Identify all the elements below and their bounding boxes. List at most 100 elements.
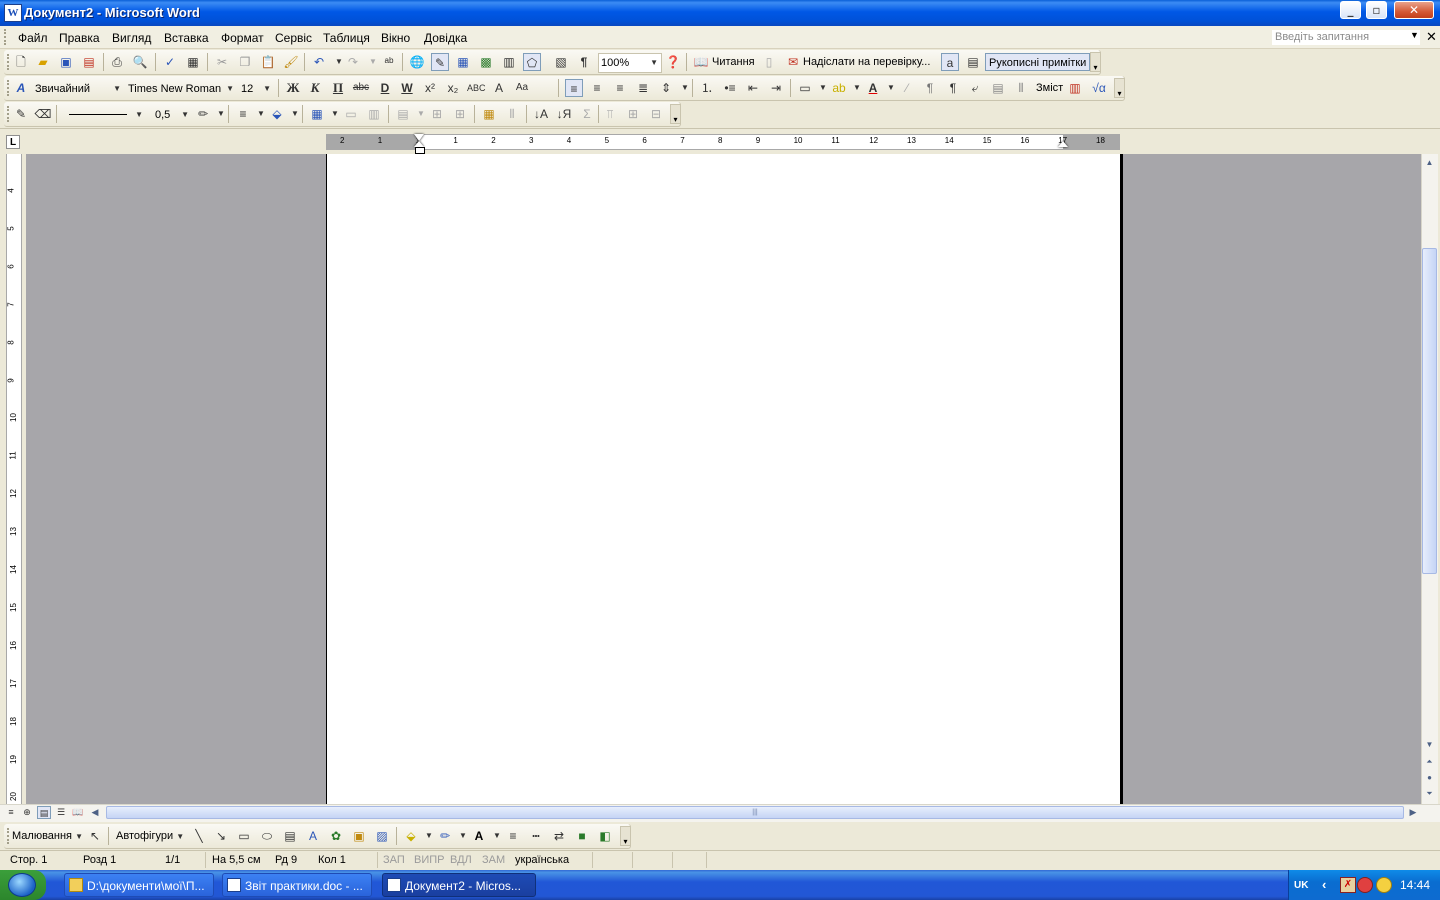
taskbar-item-document2[interactable]: Документ2 - Micros...	[382, 873, 536, 897]
toolbar-options-icon[interactable]: ▾	[670, 104, 681, 124]
show-gridlines-icon[interactable]: ⫪	[601, 105, 619, 123]
arrow-icon[interactable]: ↘	[212, 827, 230, 845]
styles-pane-icon[interactable]: A	[12, 79, 30, 97]
normal-view-icon[interactable]: ≡	[4, 806, 18, 819]
status-column[interactable]: Кол 1	[318, 854, 346, 866]
spelling-icon[interactable]: ✓	[161, 53, 179, 71]
numbering-icon[interactable]: ⒈	[698, 79, 716, 97]
wrap-icon[interactable]: ⤶	[966, 79, 984, 97]
bullets-icon[interactable]: •≡	[721, 79, 739, 97]
help-question-input[interactable]: Введіть запитання	[1272, 30, 1420, 45]
text-box-icon[interactable]: ▤	[281, 827, 299, 845]
distribute-rows-icon[interactable]: ⊞	[428, 105, 446, 123]
help-icon[interactable]: ❓	[664, 53, 682, 71]
ink-drawing-icon[interactable]: a	[941, 53, 959, 71]
eraser-icon[interactable]: ⌫	[34, 105, 52, 123]
scroll-left-icon[interactable]: ◀	[88, 806, 102, 819]
taskbar-item-folder[interactable]: D:\документи\мої\П...	[64, 873, 214, 897]
chart-icon[interactable]: ▥	[1066, 79, 1084, 97]
menu-help[interactable]: Довідка	[424, 31, 467, 45]
sort-descending-icon[interactable]: ↓Я	[555, 105, 573, 123]
line-icon[interactable]: ╲	[190, 827, 208, 845]
diagram-icon[interactable]: ✿	[327, 827, 345, 845]
format-painter-icon[interactable]: 🖌	[282, 53, 300, 71]
cut-icon[interactable]: ✂	[213, 53, 231, 71]
tables-borders-icon[interactable]: ✎	[431, 53, 449, 71]
border-color-icon[interactable]: ✏	[194, 105, 212, 123]
align-left-icon[interactable]: ≡	[565, 79, 583, 97]
outline-view-icon[interactable]: ☰	[54, 806, 68, 819]
autosum-icon[interactable]: Σ	[578, 105, 596, 123]
subscript-icon[interactable]: x₂	[444, 79, 462, 97]
status-extend[interactable]: ВДЛ	[450, 854, 472, 866]
status-page[interactable]: Стор. 1	[10, 854, 47, 866]
menu-file[interactable]: Файл	[18, 31, 48, 45]
highlight-icon[interactable]: ab	[830, 79, 848, 97]
fill-color-icon[interactable]: ⬙	[402, 827, 420, 845]
small-caps-icon[interactable]: ABC	[467, 79, 486, 97]
open-icon[interactable]: ▰	[34, 53, 52, 71]
hyperlink-icon[interactable]: 🌐	[408, 53, 426, 71]
status-position[interactable]: На 5,5 см	[212, 854, 261, 866]
new-document-icon[interactable]: 🗋	[12, 53, 30, 71]
font-size-select[interactable]: 12 ▼	[240, 79, 274, 99]
italic-button[interactable]: К	[306, 79, 324, 97]
menu-window[interactable]: Вікно	[381, 31, 410, 45]
select-objects-icon[interactable]: ↖	[86, 827, 104, 845]
reading-view-icon[interactable]: 📖	[71, 806, 85, 819]
toolbar-options-icon[interactable]: ▾	[620, 826, 631, 846]
vertical-scroll-thumb[interactable]	[1422, 248, 1437, 574]
text-direction-icon[interactable]: ⁄	[898, 79, 916, 97]
save-icon[interactable]: ▣	[57, 53, 75, 71]
equation-icon[interactable]: √α	[1090, 79, 1108, 97]
columns-align-icon[interactable]: ⫴	[1012, 79, 1030, 97]
menu-format[interactable]: Формат	[221, 31, 264, 45]
decrease-indent-icon[interactable]: ⇤	[744, 79, 762, 97]
document-map-icon[interactable]: ▧	[552, 53, 570, 71]
distribute-columns-icon[interactable]: ⊞	[451, 105, 469, 123]
menu-view[interactable]: Вигляд	[112, 31, 151, 45]
print-layout-icon[interactable]: ▤	[37, 806, 51, 819]
read-icon[interactable]: 📖	[692, 53, 710, 71]
browse-object-icon[interactable]: ●	[1422, 771, 1437, 785]
insert-excel-icon[interactable]: ▩	[477, 53, 495, 71]
maximize-button[interactable]: ▫	[1366, 1, 1387, 19]
minimize-button[interactable]: _	[1340, 1, 1361, 19]
dash-style-icon[interactable]: ┅	[527, 827, 545, 845]
research-icon[interactable]: ▦	[184, 53, 202, 71]
scroll-down-icon[interactable]: ▼	[1422, 738, 1437, 752]
line-spacing-icon[interactable]: ⇕	[657, 79, 675, 97]
table-autoformat-icon[interactable]: ▦	[480, 105, 498, 123]
copy-icon[interactable]: ❐	[236, 53, 254, 71]
rtl-icon[interactable]: ¶	[944, 79, 962, 97]
status-section[interactable]: Розд 1	[83, 854, 116, 866]
draw-table-icon[interactable]: ✎	[12, 105, 30, 123]
first-line-indent-marker[interactable]	[414, 134, 424, 141]
cell-align-icon[interactable]: ▤	[394, 105, 412, 123]
rectangle-icon[interactable]: ▭	[235, 827, 253, 845]
all-caps-icon[interactable]: Aa	[513, 79, 531, 97]
tab-selector[interactable]: L	[6, 135, 20, 149]
right-indent-marker[interactable]	[1058, 141, 1068, 147]
show-hidden-icons-icon[interactable]: ‹	[1322, 877, 1326, 892]
align-center-icon[interactable]: ≡	[588, 79, 606, 97]
3d-style-icon[interactable]: ◧	[596, 827, 614, 845]
send-review-button[interactable]: Надіслати на перевірку...	[803, 53, 930, 71]
pilcrow-icon[interactable]: ¶	[575, 53, 593, 71]
ink-comment-icon[interactable]: ᵃᵇ	[380, 53, 398, 71]
document-close-icon[interactable]: ✕	[1426, 29, 1437, 45]
tray-status-icon[interactable]	[1357, 877, 1373, 893]
windows-logo-icon[interactable]	[8, 873, 36, 897]
arrow-style-icon[interactable]: ⇄	[550, 827, 568, 845]
menu-edit[interactable]: Правка	[59, 31, 100, 45]
document-page[interactable]	[326, 154, 1121, 804]
tray-app-icon[interactable]: ✗	[1340, 877, 1356, 893]
shadow-style-icon[interactable]: ■	[573, 827, 591, 845]
recipient-icon[interactable]: ▯	[760, 53, 778, 71]
clock[interactable]: 14:44	[1400, 878, 1430, 892]
line-style-select[interactable]: ▼	[62, 105, 146, 125]
line-color-icon[interactable]: ✏	[436, 827, 454, 845]
language-indicator[interactable]: UK	[1294, 880, 1308, 891]
status-page-count[interactable]: 1/1	[165, 854, 180, 866]
sort-ascending-icon[interactable]: ↓A	[532, 105, 550, 123]
